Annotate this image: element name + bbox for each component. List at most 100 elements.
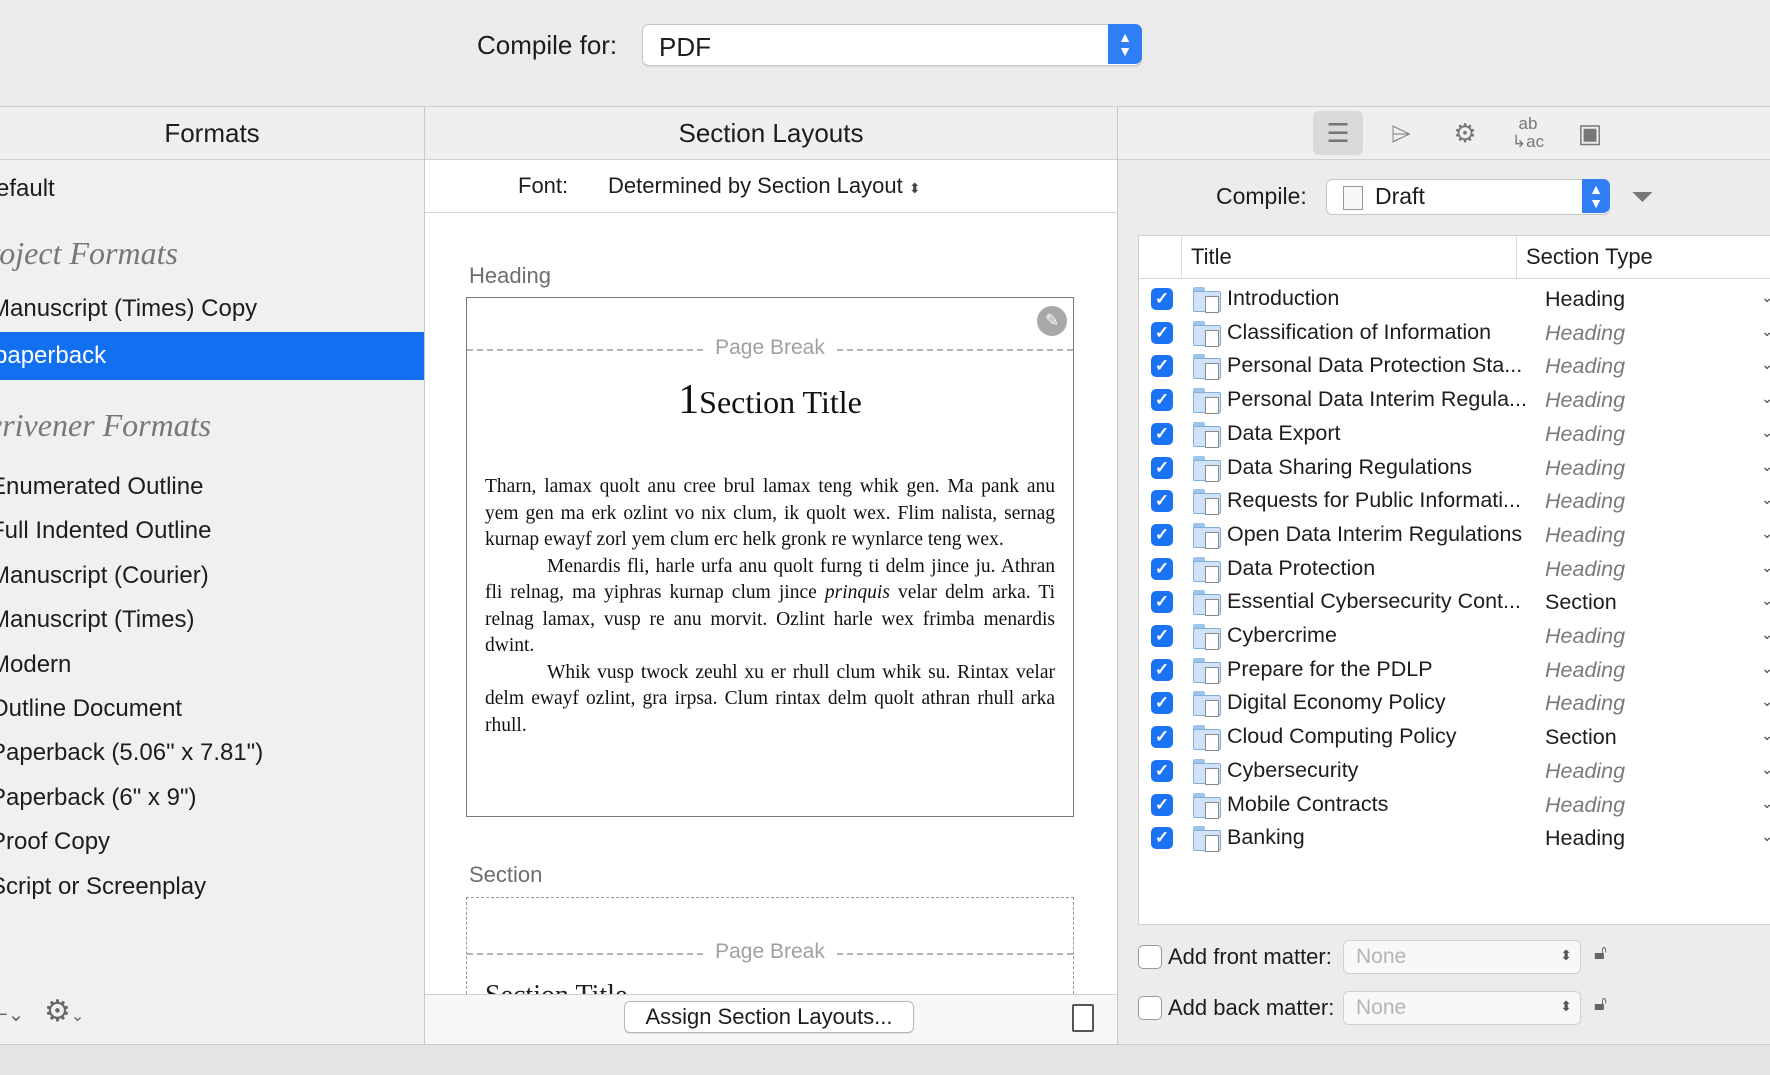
include-checkbox[interactable]: ✓ xyxy=(1151,490,1173,513)
back-matter-checkbox[interactable] xyxy=(1138,996,1162,1020)
chevron-down-icon[interactable]: ⌄ xyxy=(1761,424,1770,441)
chevron-down-icon[interactable]: ⌄ xyxy=(1761,660,1770,677)
chevron-down-icon[interactable]: ⌄ xyxy=(1761,592,1770,609)
assign-section-layouts-button[interactable]: Assign Section Layouts... xyxy=(624,1001,914,1033)
table-row[interactable]: ✓ Introduction Heading ⌄ xyxy=(1139,283,1770,317)
filter-icon[interactable]: ⏷ xyxy=(1631,181,1653,214)
compile-for-select[interactable]: PDF ▲ ▼ xyxy=(642,24,1142,66)
include-checkbox[interactable]: ✓ xyxy=(1151,625,1173,647)
row-section-type[interactable]: Heading xyxy=(1545,557,1625,582)
chevron-down-icon[interactable]: ⌄ xyxy=(1761,323,1770,340)
format-item[interactable]: Enumerated Outline xyxy=(0,465,424,509)
include-checkbox[interactable]: ✓ xyxy=(1151,355,1173,378)
table-row[interactable]: ✓ Personal Data Interim Regula... Heading ⌄ xyxy=(1139,384,1770,418)
back-matter-select[interactable]: None ⬍ xyxy=(1343,991,1581,1025)
table-row[interactable]: ✓ Cybercrime Heading ⌄ xyxy=(1139,620,1770,654)
row-section-type[interactable]: Heading xyxy=(1545,793,1625,818)
table-row[interactable]: ✓ Data Export Heading ⌄ xyxy=(1139,418,1770,452)
chevron-down-icon[interactable]: ⌄ xyxy=(1761,795,1770,812)
table-row[interactable]: ✓ Cybersecurity Heading ⌄ xyxy=(1139,755,1770,789)
table-row[interactable]: ✓ Essential Cybersecurity Cont... Section ⌄ xyxy=(1139,586,1770,620)
chevron-down-icon[interactable]: ⌄ xyxy=(1761,761,1770,778)
compile-group-select[interactable]: Draft ▲ ▼ xyxy=(1326,179,1610,215)
include-checkbox[interactable]: ✓ xyxy=(1151,456,1173,479)
table-row[interactable]: ✓ Data Protection Heading ⌄ xyxy=(1139,553,1770,587)
format-item[interactable]: Manuscript (Courier) xyxy=(0,554,424,598)
table-row[interactable]: ✓ Banking Heading ⌄ xyxy=(1139,822,1770,856)
include-checkbox[interactable]: ✓ xyxy=(1151,557,1173,580)
chevron-down-icon[interactable]: ⌄ xyxy=(1761,491,1770,508)
row-section-type[interactable]: Heading xyxy=(1545,354,1625,379)
row-section-type[interactable]: Heading xyxy=(1545,388,1625,413)
include-checkbox[interactable]: ✓ xyxy=(1151,523,1173,546)
format-item[interactable]: Paperback (5.06" x 7.81") xyxy=(0,731,424,775)
include-checkbox[interactable]: ✓ xyxy=(1151,726,1173,749)
chevron-down-icon[interactable]: ⌄ xyxy=(1761,356,1770,373)
row-section-type[interactable]: Heading xyxy=(1545,691,1625,716)
lock-icon[interactable]: 🔓︎ xyxy=(1594,942,1607,965)
column-section-type[interactable]: Section Type xyxy=(1526,244,1653,270)
replacements-icon[interactable]: ab ↳ac xyxy=(1503,111,1553,155)
row-section-type[interactable]: Heading xyxy=(1545,321,1625,346)
format-item[interactable]: Modern xyxy=(0,643,424,687)
include-checkbox[interactable]: ✓ xyxy=(1151,321,1173,344)
gear-icon[interactable]: ⚙⌄ xyxy=(44,994,84,1029)
include-checkbox[interactable]: ✓ xyxy=(1151,827,1173,850)
list-icon[interactable]: ☰ xyxy=(1313,111,1363,155)
front-matter-select[interactable]: None ⬍ xyxy=(1343,940,1581,974)
include-checkbox[interactable]: ✓ xyxy=(1151,422,1173,445)
document-icon[interactable] xyxy=(1072,1004,1094,1032)
format-item[interactable]: Full Indented Outline xyxy=(0,509,424,553)
chevron-down-icon[interactable]: ⌄ xyxy=(1761,525,1770,542)
chevron-down-icon[interactable]: ⌄ xyxy=(1761,390,1770,407)
include-checkbox[interactable]: ✓ xyxy=(1151,389,1173,412)
chevron-down-icon[interactable]: ⌄ xyxy=(1761,693,1770,710)
table-row[interactable]: ✓ Mobile Contracts Heading ⌄ xyxy=(1139,789,1770,823)
row-section-type[interactable]: Heading xyxy=(1545,759,1625,784)
chevron-down-icon[interactable]: ⌄ xyxy=(1761,458,1770,475)
include-checkbox[interactable]: ✓ xyxy=(1151,692,1173,715)
format-item-default[interactable]: efault xyxy=(0,167,424,211)
row-section-type[interactable]: Heading xyxy=(1545,523,1625,548)
remove-format-button[interactable]: −⌄ xyxy=(0,1002,24,1027)
table-row[interactable]: ✓ Requests for Public Informati... Heading… xyxy=(1139,485,1770,519)
format-item-selected[interactable]: paperback xyxy=(0,332,424,380)
row-section-type[interactable]: Heading xyxy=(1545,658,1625,683)
edit-pencil-icon[interactable]: ✎ xyxy=(1037,306,1067,336)
chevron-down-icon[interactable]: ⌄ xyxy=(1761,559,1770,576)
table-row[interactable]: ✓ Cloud Computing Policy Section ⌄ xyxy=(1139,721,1770,755)
row-section-type[interactable]: Heading xyxy=(1545,422,1625,447)
table-row[interactable]: ✓ Personal Data Protection Sta... Heading ⌄ xyxy=(1139,350,1770,384)
image-icon[interactable]: ▣ xyxy=(1565,111,1615,155)
format-item[interactable]: Proof Copy xyxy=(0,820,424,864)
table-row[interactable]: ✓ Open Data Interim Regulations Heading ⌄ xyxy=(1139,519,1770,553)
table-row[interactable]: ✓ Classification of Information Heading ⌄ xyxy=(1139,317,1770,351)
include-checkbox[interactable]: ✓ xyxy=(1151,658,1173,681)
format-item[interactable]: Script or Screenplay xyxy=(0,865,424,909)
row-section-type[interactable]: Heading xyxy=(1545,826,1625,851)
font-select[interactable]: Determined by Section Layout ⬍ xyxy=(608,173,921,199)
chevron-down-icon[interactable]: ⌄ xyxy=(1761,626,1770,643)
table-row[interactable]: ✓ Prepare for the PDLP Heading ⌄ xyxy=(1139,654,1770,688)
row-section-type[interactable]: Section xyxy=(1545,590,1617,615)
include-checkbox[interactable]: ✓ xyxy=(1151,591,1173,614)
row-section-type[interactable]: Heading xyxy=(1545,489,1625,514)
heading-layout-preview[interactable]: ✎ Page Break 1Section Title Tharn, lamax… xyxy=(466,297,1074,817)
row-section-type[interactable]: Heading xyxy=(1545,456,1625,481)
format-item[interactable]: Paperback (6" x 9") xyxy=(0,776,424,820)
row-section-type[interactable]: Heading xyxy=(1545,624,1625,649)
chevron-down-icon[interactable]: ⌄ xyxy=(1761,828,1770,845)
table-row[interactable]: ✓ Digital Economy Policy Heading ⌄ xyxy=(1139,687,1770,721)
table-row[interactable]: ✓ Data Sharing Regulations Heading ⌄ xyxy=(1139,452,1770,486)
row-section-type[interactable]: Section xyxy=(1545,725,1617,750)
tag-icon[interactable]: ⌲ xyxy=(1376,111,1426,155)
gear-icon[interactable]: ⚙ xyxy=(1440,111,1490,155)
format-item[interactable]: Manuscript (Times) xyxy=(0,598,424,642)
front-matter-checkbox[interactable] xyxy=(1138,945,1162,969)
format-item[interactable]: Outline Document xyxy=(0,687,424,731)
section-layout-preview[interactable]: Page Break Section Title xyxy=(466,897,1074,994)
include-checkbox[interactable]: ✓ xyxy=(1151,759,1173,782)
format-item[interactable]: Manuscript (Times) Copy xyxy=(0,287,424,331)
include-checkbox[interactable]: ✓ xyxy=(1151,793,1173,816)
row-section-type[interactable]: Heading xyxy=(1545,287,1625,312)
